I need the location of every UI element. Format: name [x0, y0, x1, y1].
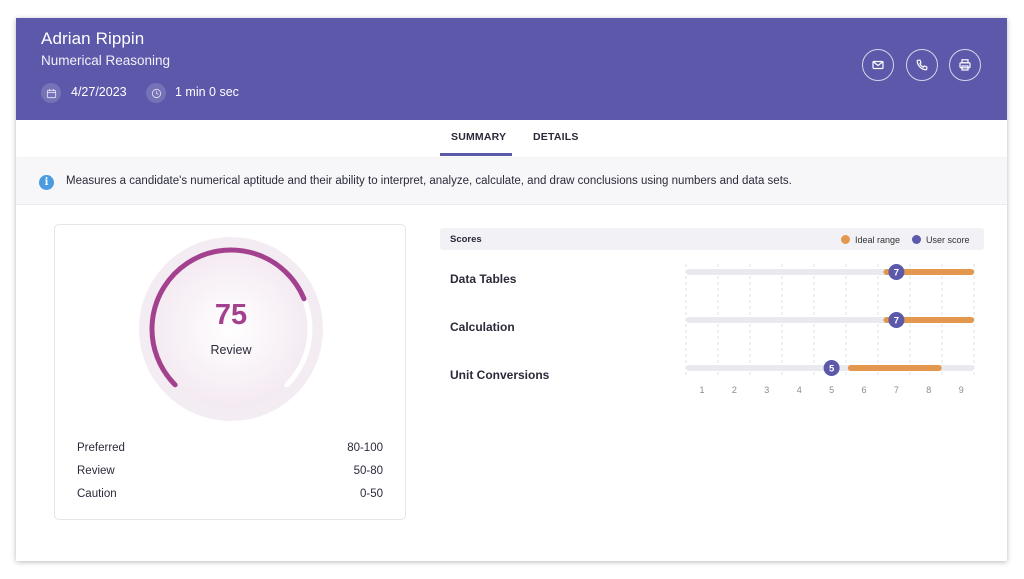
axis-tick-label: 6: [861, 385, 866, 395]
category-label-data-tables: Data Tables: [450, 272, 517, 286]
overall-score-status: Review: [210, 343, 252, 357]
category-label-calculation: Calculation: [450, 320, 515, 334]
scores-section: Scores Ideal range User score Data Table…: [440, 228, 984, 428]
score-range-chart: 7 7 5 1 2 3 4 5 6 7 8 9: [685, 264, 975, 395]
user-score-label: 7: [894, 316, 899, 327]
ideal-range-bar: [847, 365, 942, 371]
tab-summary[interactable]: SUMMARY: [451, 131, 506, 143]
legend-user-label: User score: [926, 235, 970, 245]
overall-score-value: 75: [214, 299, 248, 331]
range-value: 0-50: [359, 488, 383, 500]
range-label: Preferred: [77, 442, 125, 454]
user-score-label: 5: [829, 364, 835, 375]
range-label: Caution: [77, 488, 117, 500]
mail-icon: [872, 60, 884, 70]
tab-details[interactable]: DETAILS: [533, 131, 579, 143]
range-row-review: Review 50-80: [77, 465, 383, 477]
test-description: Measures a candidate's numerical aptitud…: [66, 175, 792, 187]
info-icon: i: [39, 175, 54, 190]
axis-tick-label: 4: [797, 385, 802, 395]
email-button[interactable]: [862, 49, 894, 81]
overall-score-panel: 75 Review Preferred 80-100 Review 50-80 …: [54, 224, 406, 520]
axis-tick-label: 8: [926, 385, 931, 395]
test-date: 4/27/2023: [71, 85, 127, 99]
scores-header: Scores Ideal range User score: [440, 228, 984, 250]
scores-title: Scores: [450, 234, 482, 245]
test-name: Numerical Reasoning: [41, 53, 171, 68]
category-label-unit-conversions: Unit Conversions: [450, 368, 550, 382]
candidate-name: Adrian Rippin: [41, 29, 145, 48]
calendar-icon: [41, 83, 61, 103]
printer-icon: [959, 59, 971, 71]
candidate-header: Adrian Rippin Numerical Reasoning 4/27/2…: [16, 18, 1007, 120]
phone-icon: [916, 59, 928, 71]
call-button[interactable]: [906, 49, 938, 81]
range-row-preferred: Preferred 80-100: [77, 442, 383, 454]
active-tab-indicator: [440, 153, 512, 156]
range-value: 50-80: [353, 465, 383, 477]
description-bar: i Measures a candidate's numerical aptit…: [16, 159, 1007, 205]
axis-tick-label: 2: [732, 385, 737, 395]
axis-tick-label: 7: [894, 385, 899, 395]
legend-ideal-label: Ideal range: [855, 235, 901, 245]
axis-tick-label: 3: [764, 385, 769, 395]
clock-icon: [146, 83, 166, 103]
report-card: Adrian Rippin Numerical Reasoning 4/27/2…: [16, 18, 1007, 561]
user-score-label: 7: [894, 268, 899, 279]
axis-tick-label: 1: [699, 385, 704, 395]
range-label: Review: [77, 465, 115, 477]
range-value: 80-100: [347, 442, 383, 454]
tab-bar: SUMMARY DETAILS: [16, 120, 1007, 157]
legend-ideal-swatch: [841, 235, 850, 244]
axis-tick-label: 5: [829, 385, 834, 395]
legend-user-swatch: [912, 235, 921, 244]
test-duration: 1 min 0 sec: [175, 85, 239, 99]
axis-tick-label: 9: [959, 385, 964, 395]
print-button[interactable]: [949, 49, 981, 81]
range-row-caution: Caution 0-50: [77, 488, 383, 500]
